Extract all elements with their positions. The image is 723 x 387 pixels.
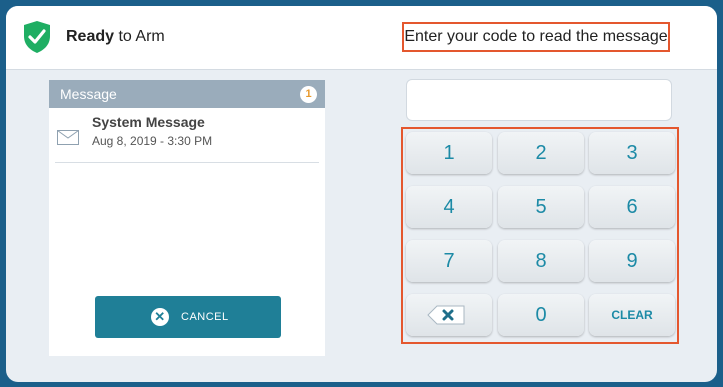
keypad-key-3[interactable]: 3 [589,132,675,174]
backspace-icon [427,305,465,325]
keypad-key-4[interactable]: 4 [406,186,492,228]
backspace-key[interactable] [406,294,492,336]
keypad-key-9[interactable]: 9 [589,240,675,282]
keypad-key-7[interactable]: 7 [406,240,492,282]
message-date: Aug 8, 2019 - 3:30 PM [92,134,213,148]
keypad-key-6[interactable]: 6 [589,186,675,228]
close-icon: ✕ [151,308,169,326]
cancel-button[interactable]: ✕ CANCEL [95,296,281,338]
status-header: Ready to Arm Enter your code to read the… [6,6,717,70]
main-panel: Ready to Arm Enter your code to read the… [6,6,717,382]
clear-key[interactable]: CLEAR [589,294,675,336]
code-prompt: Enter your code to read the message [402,22,670,52]
keypad-key-1[interactable]: 1 [406,132,492,174]
keypad-key-2[interactable]: 2 [498,132,584,174]
message-panel: Message 1 System Message Aug 8, 2019 - 3… [49,80,325,356]
cancel-label: CANCEL [181,311,229,323]
envelope-icon [57,130,79,145]
keypad-key-8[interactable]: 8 [498,240,584,282]
keypad-key-5[interactable]: 5 [498,186,584,228]
status-bold: Ready [66,28,115,45]
message-list-item[interactable]: System Message Aug 8, 2019 - 3:30 PM [55,108,319,163]
message-count-badge: 1 [300,86,317,103]
arm-status: Ready to Arm [66,28,165,46]
shield-check-icon [24,21,50,53]
status-rest: to Arm [118,28,165,45]
code-input[interactable] [406,79,672,121]
keypad-key-0[interactable]: 0 [498,294,584,336]
message-panel-title: Message [60,86,117,102]
message-panel-header: Message 1 [49,80,325,108]
message-title: System Message [92,114,205,130]
